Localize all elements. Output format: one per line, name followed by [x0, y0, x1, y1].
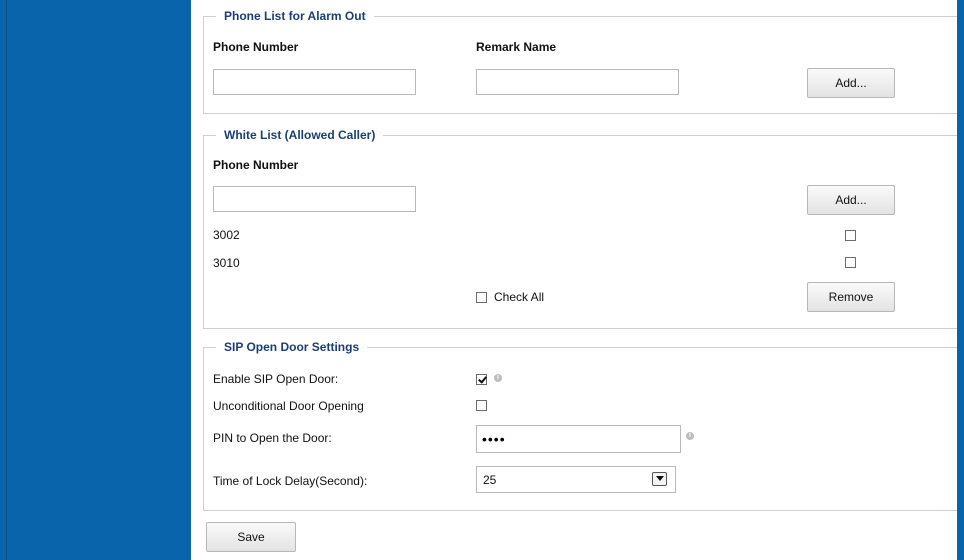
unconditional-checkbox[interactable]	[476, 400, 487, 411]
white-list-phone-header: Phone Number	[213, 158, 299, 172]
sip-legend: SIP Open Door Settings	[216, 340, 368, 354]
lock-delay-select[interactable]: 25	[476, 466, 676, 493]
alarm-out-remark-input[interactable]	[476, 69, 679, 95]
save-button[interactable]: Save	[206, 522, 296, 552]
white-list-entry-checkbox[interactable]	[845, 257, 856, 268]
alarm-out-legend: Phone List for Alarm Out	[216, 9, 374, 23]
unconditional-label: Unconditional Door Opening	[213, 399, 364, 413]
white-list-legend: White List (Allowed Caller)	[216, 128, 384, 142]
alarm-out-section: Phone List for Alarm Out Phone Number Re…	[203, 9, 957, 114]
info-icon: i	[686, 432, 694, 440]
info-icon: i	[494, 374, 502, 382]
sidebar-edge	[6, 0, 7, 560]
alarm-out-remark-header: Remark Name	[476, 40, 557, 54]
white-list-entry-number: 3010	[213, 256, 240, 270]
alarm-out-add-button[interactable]: Add...	[807, 68, 895, 98]
white-list-section: White List (Allowed Caller) Phone Number…	[203, 128, 957, 329]
sip-open-door-section: SIP Open Door Settings Enable SIP Open D…	[203, 340, 957, 511]
lock-delay-label: Time of Lock Delay(Second):	[213, 474, 368, 488]
white-list-entry-checkbox[interactable]	[845, 230, 856, 241]
alarm-out-phone-header: Phone Number	[213, 40, 299, 54]
sidebar	[0, 0, 191, 560]
right-border-bar	[957, 0, 964, 560]
white-list-entry-number: 3002	[213, 228, 240, 242]
white-list-phone-input[interactable]	[213, 186, 416, 212]
alarm-out-phone-input[interactable]	[213, 69, 416, 95]
white-list-add-button[interactable]: Add...	[807, 185, 895, 215]
lock-delay-value: 25	[483, 473, 497, 487]
remove-button[interactable]: Remove	[807, 282, 895, 312]
pin-input[interactable]	[476, 425, 681, 453]
check-all-checkbox[interactable]	[476, 292, 487, 303]
pin-label: PIN to Open the Door:	[213, 431, 332, 445]
chevron-down-icon[interactable]	[652, 472, 667, 486]
check-all-label: Check All	[494, 290, 545, 304]
enable-sip-label: Enable SIP Open Door:	[213, 372, 339, 386]
enable-sip-checkbox[interactable]	[476, 374, 487, 385]
